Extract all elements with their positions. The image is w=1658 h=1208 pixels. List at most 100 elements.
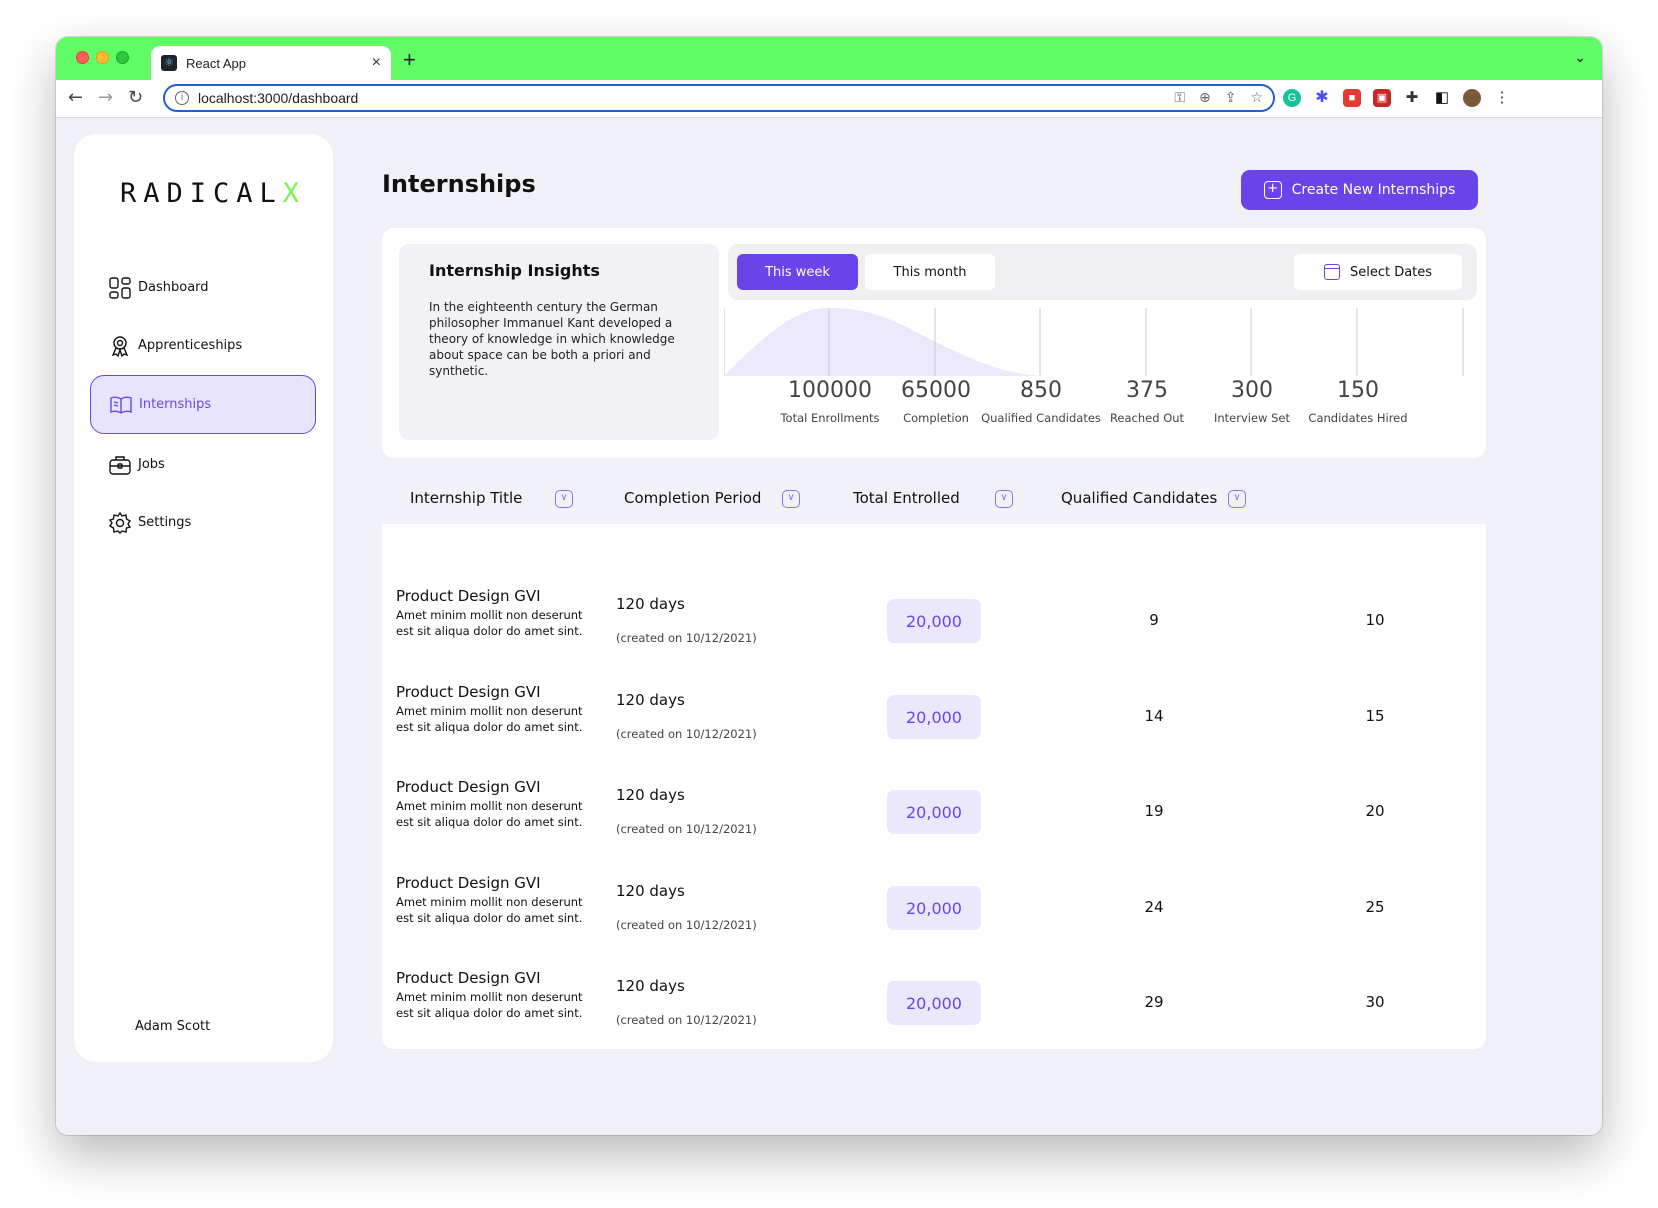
sidepanel-icon[interactable]: ◧ (1433, 89, 1451, 107)
row-value: 25 (1365, 898, 1385, 916)
sidebar-item-dashboard[interactable]: Dashboard (90, 258, 316, 317)
chevron-down-icon[interactable]: ∨ (782, 490, 800, 508)
asterisk-extension-icon[interactable]: ✱ (1313, 89, 1331, 107)
insights-description: In the eighteenth century the German phi… (429, 300, 675, 378)
close-window-button[interactable] (76, 51, 89, 64)
select-dates-label: Select Dates (1349, 264, 1433, 280)
created-date: (created on 10/12/2021) (616, 631, 757, 645)
completion-period: 120 days (616, 691, 685, 709)
tab-list-chevron-icon[interactable]: ⌄ (1574, 49, 1586, 66)
total-enrolled-badge: 20,000 (887, 981, 981, 1025)
forward-arrow-icon[interactable]: → (98, 87, 113, 108)
internship-title: Product Design GVI (396, 683, 541, 701)
completion-period: 120 days (616, 595, 685, 613)
this-month-button[interactable]: This month (865, 254, 995, 290)
internship-title: Product Design GVI (396, 778, 541, 796)
puzzle-extensions-icon[interactable]: ✚ (1403, 89, 1421, 107)
chevron-down-icon[interactable]: ∨ (1228, 490, 1246, 508)
minimize-window-button[interactable] (96, 51, 109, 64)
sidebar-item-jobs[interactable]: Jobs (90, 435, 316, 494)
key-icon[interactable]: ⚿ (1174, 90, 1185, 106)
sidebar-item-label: Apprenticeships (138, 338, 243, 353)
chevron-down-icon[interactable]: ∨ (995, 490, 1013, 508)
bookmark-star-icon[interactable]: ☆ (1250, 90, 1263, 106)
create-button-label: Create New Internships (1291, 182, 1456, 198)
col-internship-title[interactable]: Internship Title (410, 489, 522, 507)
book-icon (110, 396, 132, 414)
completion-period: 120 days (616, 882, 685, 900)
internship-title: Product Design GVI (396, 874, 541, 892)
internship-description: Amet minim mollit non deserunt est sit a… (396, 799, 583, 829)
sidebar-item-settings[interactable]: Settings (90, 493, 316, 552)
created-date: (created on 10/12/2021) (616, 727, 757, 741)
insights-card: Internship Insights In the eighteenth ce… (382, 228, 1486, 458)
total-enrolled-badge: 20,000 (887, 886, 981, 930)
row-value: 30 (1365, 993, 1385, 1011)
new-tab-button[interactable]: + (403, 47, 416, 73)
picture-extension-icon[interactable]: ▣ (1373, 89, 1391, 107)
internship-title: Product Design GVI (396, 587, 541, 605)
share-icon[interactable]: ⇪ (1225, 90, 1237, 106)
award-icon (111, 335, 129, 357)
table-row[interactable]: Product Design GVI Amet minim mollit non… (382, 683, 1486, 779)
col-qualified-candidates[interactable]: Qualified Candidates (1061, 489, 1217, 507)
col-total-enrolled[interactable]: Total Entrolled (853, 489, 960, 507)
reload-icon[interactable]: ↻ (128, 87, 143, 108)
red-extension-icon[interactable]: ■ (1343, 89, 1361, 107)
browser-tab[interactable]: ⚛ React App × (151, 46, 391, 80)
internship-title: Product Design GVI (396, 969, 541, 987)
user-name[interactable]: Adam Scott (135, 1019, 210, 1034)
total-enrolled-badge: 20,000 (887, 599, 981, 643)
table-row[interactable]: Product Design GVI Amet minim mollit non… (382, 587, 1486, 683)
browser-window: ⚛ React App × + ⌄ ← → ↻ i localhost:3000… (56, 37, 1602, 1135)
sidebar-item-apprenticeships[interactable]: Apprenticeships (90, 316, 316, 375)
back-arrow-icon[interactable]: ← (68, 87, 83, 108)
qualified-candidates: 24 (1144, 898, 1164, 916)
briefcase-icon (109, 455, 131, 475)
funnel-area-chart (724, 307, 1464, 376)
stat-hired-label: Candidates Hired (1308, 411, 1408, 425)
tab-close-icon[interactable]: × (372, 54, 381, 72)
grammarly-extension-icon[interactable]: G (1283, 89, 1301, 107)
maximize-window-button[interactable] (116, 51, 129, 64)
dashboard-icon (109, 276, 131, 299)
stat-total-enrollments-value: 100000 (788, 378, 872, 403)
stat-hired-value: 150 (1337, 378, 1379, 403)
total-enrolled-badge: 20,000 (887, 695, 981, 739)
kebab-menu-icon[interactable]: ⋮ (1493, 89, 1511, 107)
zoom-icon[interactable]: ⊕ (1199, 90, 1211, 106)
internship-description: Amet minim mollit non deserunt est sit a… (396, 704, 583, 734)
table-row[interactable]: Product Design GVI Amet minim mollit non… (382, 778, 1486, 874)
qualified-candidates: 14 (1144, 707, 1164, 725)
qualified-candidates: 19 (1144, 802, 1164, 820)
qualified-candidates: 29 (1144, 993, 1164, 1011)
completion-period: 120 days (616, 977, 685, 995)
created-date: (created on 10/12/2021) (616, 918, 757, 932)
address-bar[interactable]: i localhost:3000/dashboard ⚿ ⊕ ⇪ ☆ (163, 84, 1275, 112)
created-date: (created on 10/12/2021) (616, 1013, 757, 1027)
stat-interview-set-value: 300 (1231, 378, 1273, 403)
sidebar-item-internships[interactable]: Internships (90, 375, 316, 434)
table-row[interactable]: Product Design GVI Amet minim mollit non… (382, 969, 1486, 1049)
col-completion-period[interactable]: Completion Period (624, 489, 761, 507)
total-enrolled-badge: 20,000 (887, 790, 981, 834)
select-dates-button[interactable]: Select Dates (1294, 254, 1462, 290)
tab-title: React App (186, 55, 246, 71)
chevron-down-icon[interactable]: ∨ (555, 490, 573, 508)
react-icon: ⚛ (161, 55, 177, 71)
internships-table: Internship Title ∨ Completion Period ∨ T… (382, 474, 1486, 1049)
insights-panel: Internship Insights In the eighteenth ce… (399, 244, 719, 440)
site-info-icon[interactable]: i (175, 91, 189, 105)
calendar-icon (1323, 264, 1340, 280)
sidebar-item-label: Jobs (138, 457, 165, 472)
radicalx-logo: RADICALX (120, 178, 307, 209)
this-week-button[interactable]: This week (737, 254, 858, 290)
row-value: 15 (1365, 707, 1385, 725)
profile-avatar[interactable] (1463, 89, 1481, 107)
page-title: Internships (382, 170, 536, 198)
url-text[interactable]: localhost:3000/dashboard (198, 90, 1174, 106)
table-row[interactable]: Product Design GVI Amet minim mollit non… (382, 874, 1486, 970)
stat-reached-out-value: 375 (1126, 378, 1168, 403)
sidebar-item-label: Internships (139, 397, 212, 412)
create-internship-button[interactable]: + Create New Internships (1241, 170, 1478, 210)
